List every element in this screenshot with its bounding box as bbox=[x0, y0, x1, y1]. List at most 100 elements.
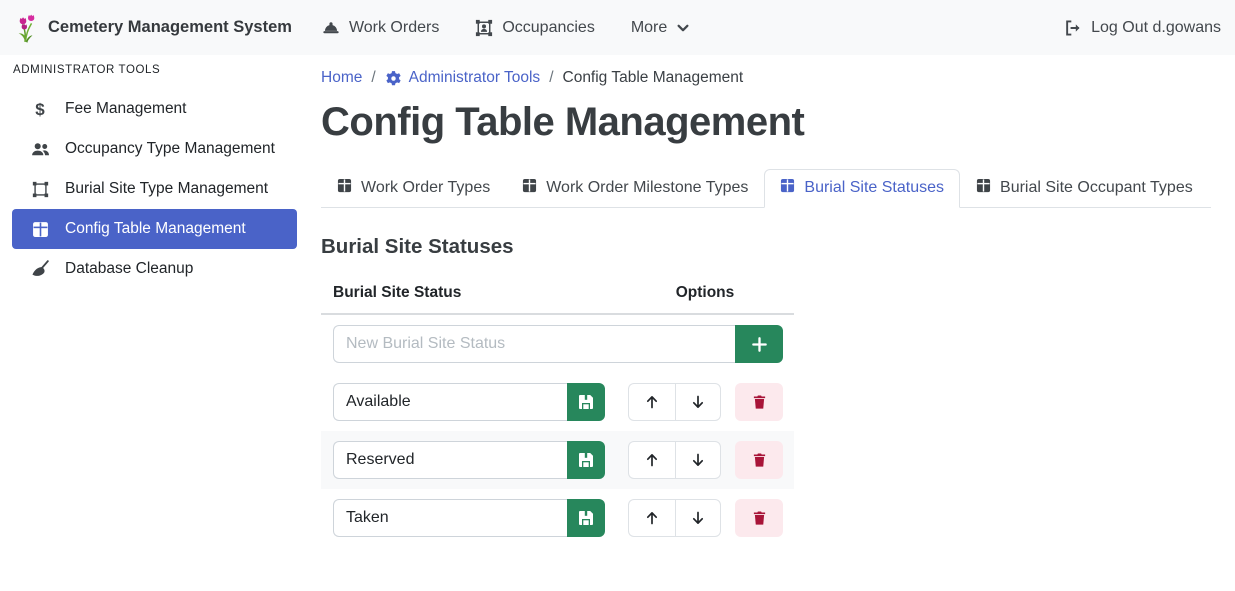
tulips-logo-icon bbox=[14, 12, 38, 44]
breadcrumb-separator: / bbox=[549, 69, 553, 87]
status-row bbox=[321, 489, 794, 547]
occupancy-frame-person-icon bbox=[475, 19, 493, 37]
breadcrumb-home-link[interactable]: Home bbox=[321, 69, 362, 87]
status-row bbox=[321, 373, 794, 431]
arrow-down-icon bbox=[690, 394, 706, 410]
table-icon bbox=[30, 221, 50, 238]
tab-label: Work Order Types bbox=[361, 179, 490, 197]
breadcrumb-current: Config Table Management bbox=[563, 69, 744, 87]
people-icon bbox=[30, 141, 50, 158]
nav-work-orders-label: Work Orders bbox=[349, 19, 439, 37]
sidebar-item-database-cleanup[interactable]: Database Cleanup bbox=[12, 249, 297, 289]
status-input[interactable] bbox=[333, 383, 567, 421]
tab-label: Work Order Milestone Types bbox=[546, 179, 748, 197]
arrow-down-icon bbox=[690, 452, 706, 468]
top-navbar: Cemetery Management System Work Orders bbox=[0, 0, 1235, 55]
delete-status-button[interactable] bbox=[735, 499, 783, 537]
move-down-button[interactable] bbox=[675, 499, 722, 537]
move-up-button[interactable] bbox=[628, 499, 675, 537]
breadcrumb-separator: / bbox=[371, 69, 375, 87]
sidebar-heading: ADMINISTRATOR TOOLS bbox=[0, 64, 309, 76]
tab-work-order-milestone-types[interactable]: Work Order Milestone Types bbox=[506, 169, 764, 208]
sidebar-item-fee-management[interactable]: $ Fee Management bbox=[12, 89, 297, 129]
column-header-options: Options bbox=[616, 276, 794, 314]
sidebar-item-label: Config Table Management bbox=[65, 220, 246, 238]
trash-icon bbox=[752, 452, 767, 468]
table-icon bbox=[522, 178, 537, 198]
status-table: Burial Site Status Options bbox=[321, 276, 794, 547]
breadcrumb: Home / Administrator Tools / Config Tabl… bbox=[321, 69, 1211, 87]
arrow-up-icon bbox=[644, 510, 660, 526]
sidebar-item-occupancy-type-management[interactable]: Occupancy Type Management bbox=[12, 129, 297, 169]
new-status-input[interactable] bbox=[333, 325, 735, 363]
move-down-button[interactable] bbox=[675, 383, 722, 421]
column-header-status: Burial Site Status bbox=[321, 276, 616, 314]
delete-status-button[interactable] bbox=[735, 383, 783, 421]
app-title: Cemetery Management System bbox=[48, 18, 292, 37]
tab-work-order-types[interactable]: Work Order Types bbox=[321, 169, 506, 208]
hard-hat-icon bbox=[322, 19, 340, 37]
status-input[interactable] bbox=[333, 441, 567, 479]
table-icon bbox=[337, 178, 352, 198]
tab-label: Burial Site Statuses bbox=[804, 179, 944, 197]
save-floppy-icon bbox=[578, 452, 594, 468]
vector-square-icon bbox=[30, 181, 50, 198]
logout-button[interactable]: Log Out d.gowans bbox=[1064, 19, 1221, 37]
reorder-button-group bbox=[628, 441, 721, 479]
breadcrumb-admin-tools-label: Administrator Tools bbox=[409, 69, 541, 87]
add-status-button[interactable] bbox=[735, 325, 783, 363]
new-status-row bbox=[321, 314, 794, 373]
status-input[interactable] bbox=[333, 499, 567, 537]
save-status-button[interactable] bbox=[567, 383, 605, 421]
reorder-button-group bbox=[628, 383, 721, 421]
reorder-button-group bbox=[628, 499, 721, 537]
trash-icon bbox=[752, 510, 767, 526]
table-header-row: Burial Site Status Options bbox=[321, 276, 794, 314]
trash-icon bbox=[752, 394, 767, 410]
save-floppy-icon bbox=[578, 394, 594, 410]
sidebar-item-config-table-management[interactable]: Config Table Management bbox=[12, 209, 297, 249]
status-row bbox=[321, 431, 794, 489]
tab-burial-site-statuses[interactable]: Burial Site Statuses bbox=[764, 169, 960, 208]
sidebar-item-label: Fee Management bbox=[65, 100, 187, 118]
breadcrumb-home-label: Home bbox=[321, 69, 362, 87]
gear-icon bbox=[385, 70, 402, 87]
nav-more-label: More bbox=[631, 19, 667, 37]
tab-bar: Work Order Types Work Order Milestone Ty… bbox=[321, 169, 1211, 208]
sidebar-menu: $ Fee Management Occupancy Type Manageme… bbox=[0, 89, 309, 289]
table-icon bbox=[780, 178, 795, 198]
move-down-button[interactable] bbox=[675, 441, 722, 479]
tab-burial-site-occupant-types[interactable]: Burial Site Occupant Types bbox=[960, 169, 1209, 208]
move-up-button[interactable] bbox=[628, 441, 675, 479]
delete-status-button[interactable] bbox=[735, 441, 783, 479]
page-title: Config Table Management bbox=[321, 100, 1211, 145]
tab-label: Burial Site Occupant Types bbox=[1000, 179, 1193, 197]
nav-links: Work Orders Occupancies More bbox=[322, 19, 690, 37]
nav-occupancies-label: Occupancies bbox=[502, 19, 595, 37]
chevron-down-icon bbox=[676, 21, 690, 35]
app-window: Cemetery Management System Work Orders bbox=[0, 0, 1235, 591]
save-status-button[interactable] bbox=[567, 499, 605, 537]
sidebar-item-burial-site-type-management[interactable]: Burial Site Type Management bbox=[12, 169, 297, 209]
sidebar-item-label: Occupancy Type Management bbox=[65, 140, 275, 158]
nav-occupancies[interactable]: Occupancies bbox=[475, 19, 595, 37]
admin-sidebar: ADMINISTRATOR TOOLS $ Fee Management bbox=[0, 55, 309, 591]
move-up-button[interactable] bbox=[628, 383, 675, 421]
save-floppy-icon bbox=[578, 510, 594, 526]
sidebar-item-label: Database Cleanup bbox=[65, 260, 193, 278]
arrow-up-icon bbox=[644, 394, 660, 410]
section-heading: Burial Site Statuses bbox=[321, 235, 1211, 259]
dollar-icon: $ bbox=[30, 101, 50, 118]
brand[interactable]: Cemetery Management System bbox=[14, 12, 292, 44]
arrow-up-icon bbox=[644, 452, 660, 468]
sidebar-item-label: Burial Site Type Management bbox=[65, 180, 268, 198]
sign-out-icon bbox=[1064, 19, 1082, 37]
main-content: Home / Administrator Tools / Config Tabl… bbox=[309, 55, 1235, 591]
nav-work-orders[interactable]: Work Orders bbox=[322, 19, 439, 37]
breadcrumb-admin-tools-link[interactable]: Administrator Tools bbox=[385, 69, 541, 87]
nav-more[interactable]: More bbox=[631, 19, 690, 37]
table-icon bbox=[976, 178, 991, 198]
logout-label: Log Out d.gowans bbox=[1091, 19, 1221, 37]
save-status-button[interactable] bbox=[567, 441, 605, 479]
arrow-down-icon bbox=[690, 510, 706, 526]
